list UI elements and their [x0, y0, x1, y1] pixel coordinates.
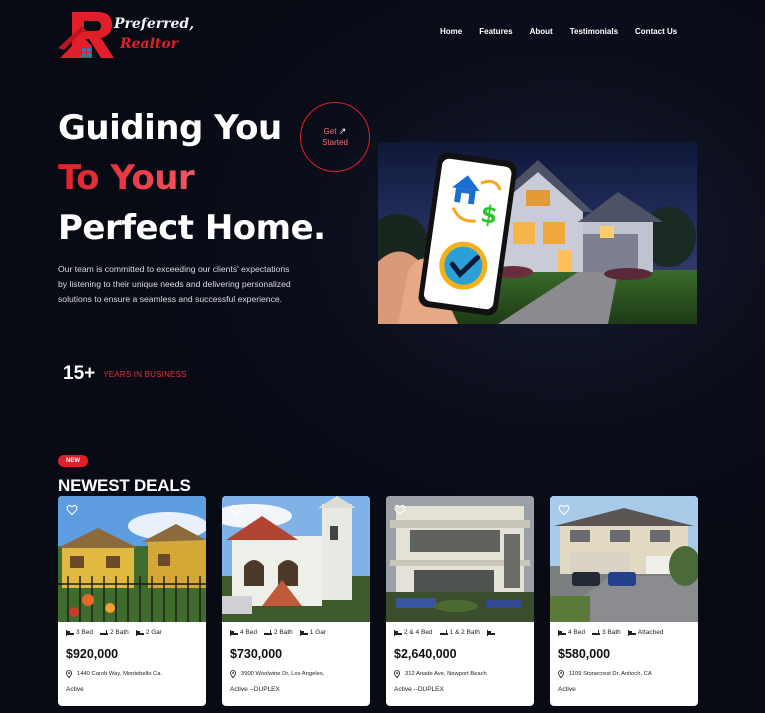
nav-testimonials[interactable]: Testimonials [570, 27, 618, 36]
bed-icon [66, 629, 74, 636]
address-text: 3900 Woolwine Dr, Los Angeles, [241, 671, 325, 677]
hero-heading: Guiding You To Your Perfect Home. [58, 103, 326, 253]
address-text: 1109 Stonecrest Dr, Antioch, CA [569, 671, 652, 677]
bed-icon [230, 629, 238, 636]
brand-logo[interactable]: Preferred, Realtor [58, 8, 194, 60]
listing-status: Active [558, 686, 576, 693]
realtor-r-house-icon [58, 12, 114, 58]
listing-specs: 2 & 4 Bed 1 & 2 Bath [394, 629, 534, 636]
nav-contact-us[interactable]: Contact Us [635, 27, 677, 36]
location-pin-icon [230, 670, 236, 678]
deals-list: 3 Bed 2 Bath 2 Gar $920,000 1440 Carob W… [58, 496, 698, 706]
nav-home[interactable]: Home [440, 27, 462, 36]
listing-photo [222, 496, 370, 622]
garage-spec: 2 Gar [135, 629, 163, 636]
listing-photo [58, 496, 206, 622]
nav-about[interactable]: About [530, 27, 553, 36]
listing-specs: 4 Bed 2 Bath 1 Gar [230, 629, 370, 636]
bed-icon [394, 629, 402, 636]
location-pin-icon [394, 670, 400, 678]
listing-address: 312 Anade Ave, Newport Beach [394, 670, 534, 678]
bed-count: 3 Bed [76, 629, 93, 636]
get-started-button[interactable]: Get ↗ Started [300, 102, 370, 172]
listing-price: $2,640,000 [394, 647, 457, 661]
arrow-up-right-icon: ↗ [338, 126, 347, 136]
listing-status: Active --DUPLEX [394, 686, 444, 693]
bath-spec: 1 & 2 Bath [439, 629, 480, 636]
bath-spec: 2 Bath [264, 629, 293, 636]
listing-photo [550, 496, 698, 622]
nav-features[interactable]: Features [479, 27, 512, 36]
listing-card[interactable]: 3 Bed 2 Bath 2 Gar $920,000 1440 Carob W… [58, 496, 206, 706]
new-badge: NEW [58, 455, 88, 467]
bath-count: 2 Bath [110, 629, 129, 636]
cta-label-line1: Get [323, 127, 337, 136]
location-pin-icon [66, 670, 72, 678]
bed-spec: 4 Bed [230, 629, 257, 636]
listing-specs: 4 Bed 3 Bath Attached [558, 629, 698, 636]
bed-spec: 4 Bed [558, 629, 585, 636]
garage-spec [486, 629, 497, 636]
listing-card[interactable]: 4 Bed 2 Bath 1 Gar $730,000 3900 Woolwin… [222, 496, 370, 706]
hero-description: Our team is committed to exceeding our c… [58, 264, 291, 305]
garage-spec: Attached [627, 629, 664, 636]
favorite-heart-icon[interactable] [394, 504, 406, 516]
hero-house-phone-image: $ [378, 142, 697, 324]
stat-label: YEARS IN BUSINESS [103, 369, 187, 379]
garage-count: 2 Gar [145, 629, 163, 636]
garage-icon [627, 629, 636, 636]
listing-photo [386, 496, 534, 622]
listing-address: 3900 Woolwine Dr, Los Angeles, [230, 670, 370, 678]
favorite-heart-icon[interactable] [66, 504, 78, 516]
bath-count: 1 & 2 Bath [449, 629, 480, 636]
garage-spec: 1 Gar [299, 629, 327, 636]
listing-specs: 3 Bed 2 Bath 2 Gar [66, 629, 206, 636]
bath-icon [100, 629, 108, 635]
bed-icon [558, 629, 566, 636]
address-text: 312 Anade Ave, Newport Beach [405, 671, 487, 677]
garage-icon [299, 629, 308, 636]
listing-price: $730,000 [230, 647, 283, 661]
listing-address: 1440 Carob Way, Montebello Ca. [66, 670, 206, 678]
garage-icon [486, 629, 495, 636]
listing-status: Active [66, 686, 84, 693]
bed-count: 4 Bed [568, 629, 585, 636]
bath-spec: 2 Bath [100, 629, 129, 636]
garage-count: Attached [637, 629, 664, 636]
favorite-heart-icon[interactable] [558, 504, 570, 516]
bath-count: 2 Bath [274, 629, 293, 636]
garage-icon [135, 629, 144, 636]
bed-count: 4 Bed [240, 629, 257, 636]
hero-heading-line2: To Your [58, 153, 326, 203]
bed-count: 2 & 4 Bed [404, 629, 433, 636]
brand-name-line1: Preferred, [114, 16, 195, 32]
hero-heading-line1: Guiding You [58, 108, 282, 148]
bed-spec: 3 Bed [66, 629, 93, 636]
bath-spec: 3 Bath [592, 629, 621, 636]
hero-heading-line3: Perfect Home. [58, 208, 326, 248]
years-in-business-stat: 15+ YEARS IN BUSINESS [63, 363, 187, 385]
listing-card[interactable]: 2 & 4 Bed 1 & 2 Bath $2,640,000 312 Anad… [386, 496, 534, 706]
bath-icon [592, 629, 600, 635]
favorite-heart-icon[interactable] [230, 504, 242, 516]
stat-value: 15+ [63, 363, 96, 384]
listing-status: Active --DUPLEX [230, 686, 280, 693]
listing-card[interactable]: 4 Bed 3 Bath Attached $580,000 1109 Ston… [550, 496, 698, 706]
address-text: 1440 Carob Way, Montebello Ca. [77, 671, 163, 677]
section-title: NEWEST DEALS [58, 476, 191, 495]
listing-address: 1109 Stonecrest Dr, Antioch, CA [558, 670, 698, 678]
location-pin-icon [558, 670, 564, 678]
bath-icon [439, 629, 448, 635]
brand-name-line2: Realtor [120, 36, 179, 52]
garage-count: 1 Gar [309, 629, 327, 636]
main-nav: Home Features About Testimonials Contact… [440, 27, 677, 36]
bath-count: 3 Bath [602, 629, 621, 636]
bath-icon [264, 629, 272, 635]
listing-price: $580,000 [558, 647, 611, 661]
listing-price: $920,000 [66, 647, 119, 661]
bed-spec: 2 & 4 Bed [394, 629, 433, 636]
cta-label-line2: Started [322, 138, 348, 147]
